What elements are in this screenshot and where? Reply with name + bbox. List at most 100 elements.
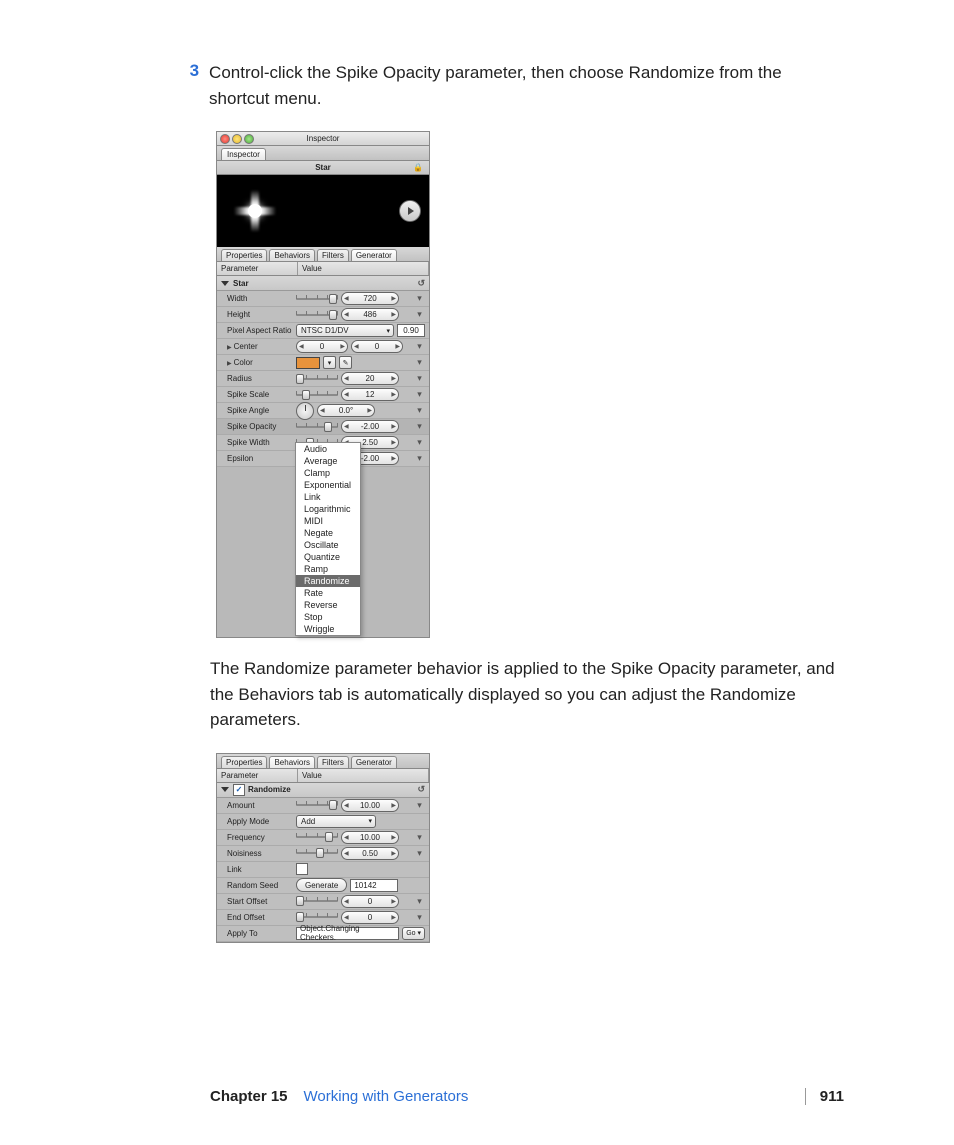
seed-field[interactable]: 10142 — [350, 879, 398, 892]
param-menu-icon[interactable]: ▾ — [414, 357, 425, 368]
spikeopacity-slider[interactable] — [296, 422, 338, 432]
tab-behaviors[interactable]: Behaviors — [269, 249, 315, 261]
menu-item-oscillate[interactable]: Oscillate — [296, 539, 360, 551]
radius-field[interactable]: 20 — [341, 372, 399, 385]
param-radius-label: Radius — [221, 374, 293, 383]
param-menu-icon[interactable]: ▾ — [414, 453, 425, 464]
color-popup-icon[interactable]: ▾ — [323, 356, 336, 369]
close-icon[interactable] — [220, 134, 230, 144]
menu-item-ramp[interactable]: Ramp — [296, 563, 360, 575]
menu-item-reverse[interactable]: Reverse — [296, 599, 360, 611]
spikeangle-dial[interactable] — [296, 402, 314, 420]
noisiness-slider[interactable] — [296, 848, 338, 858]
tab-generator[interactable]: Generator — [351, 756, 397, 768]
object-name: Star — [315, 163, 331, 172]
radius-slider[interactable] — [296, 374, 338, 384]
param-applymode-label: Apply Mode — [221, 817, 293, 826]
param-menu-icon[interactable]: ▾ — [414, 421, 425, 432]
tab-generator[interactable]: Generator — [351, 249, 397, 261]
go-button[interactable]: Go ▾ — [402, 927, 425, 940]
tab-properties[interactable]: Properties — [221, 249, 267, 261]
endoffset-field[interactable]: 0 — [341, 911, 399, 924]
spikeangle-field[interactable]: 0.0° — [317, 404, 375, 417]
par-dropdown[interactable]: NTSC D1/DV — [296, 324, 394, 337]
spikescale-slider[interactable] — [296, 390, 338, 400]
menu-item-wriggle[interactable]: Wriggle — [296, 623, 360, 635]
menu-item-average[interactable]: Average — [296, 455, 360, 467]
noisiness-field[interactable]: 0.50 — [341, 847, 399, 860]
tab-filters[interactable]: Filters — [317, 249, 349, 261]
window-title: Inspector — [307, 134, 340, 143]
menu-item-clamp[interactable]: Clamp — [296, 467, 360, 479]
menu-item-exponential[interactable]: Exponential — [296, 479, 360, 491]
tab-inspector[interactable]: Inspector — [221, 148, 266, 160]
param-menu-icon[interactable]: ▾ — [414, 373, 425, 384]
tab-properties[interactable]: Properties — [221, 756, 267, 768]
minimize-icon[interactable] — [232, 134, 242, 144]
context-menu[interactable]: Audio Average Clamp Exponential Link Log… — [295, 442, 361, 636]
param-spikeopacity-label: Spike Opacity — [221, 422, 293, 431]
menu-item-midi[interactable]: MIDI — [296, 515, 360, 527]
amount-field[interactable]: 10.00 — [341, 799, 399, 812]
startoffset-field[interactable]: 0 — [341, 895, 399, 908]
menu-item-audio[interactable]: Audio — [296, 443, 360, 455]
menu-item-negate[interactable]: Negate — [296, 527, 360, 539]
spikeopacity-field[interactable]: -2.00 — [341, 420, 399, 433]
center-y-field[interactable]: 0 — [351, 340, 403, 353]
height-slider[interactable] — [296, 310, 338, 320]
eyedropper-icon[interactable]: ✎ — [339, 356, 352, 369]
disclosure-icon[interactable] — [221, 787, 229, 792]
param-menu-icon[interactable]: ▾ — [414, 405, 425, 416]
param-spikewidth-label: Spike Width — [221, 438, 293, 447]
frequency-field[interactable]: 10.00 — [341, 831, 399, 844]
param-color-label[interactable]: Color — [221, 358, 293, 367]
reset-icon[interactable]: ↺ — [417, 278, 425, 289]
param-center-label[interactable]: Center — [221, 342, 293, 351]
endoffset-slider[interactable] — [296, 912, 338, 922]
inspector-screenshot-1: Inspector Inspector Star 🔒 Properties Be… — [216, 131, 430, 638]
height-field[interactable]: 486 — [341, 308, 399, 321]
disclosure-icon[interactable] — [221, 281, 229, 286]
color-well[interactable] — [296, 357, 320, 369]
width-slider[interactable] — [296, 294, 338, 304]
frequency-slider[interactable] — [296, 832, 338, 842]
tab-filters[interactable]: Filters — [317, 756, 349, 768]
menu-item-logarithmic[interactable]: Logarithmic — [296, 503, 360, 515]
menu-item-quantize[interactable]: Quantize — [296, 551, 360, 563]
generate-button[interactable]: Generate — [296, 878, 347, 892]
menu-item-link[interactable]: Link — [296, 491, 360, 503]
menu-item-randomize[interactable]: Randomize — [296, 575, 360, 587]
param-menu-icon[interactable]: ▾ — [414, 848, 425, 859]
param-menu-icon[interactable]: ▾ — [414, 309, 425, 320]
param-menu-icon[interactable]: ▾ — [414, 832, 425, 843]
amount-slider[interactable] — [296, 800, 338, 810]
applyto-field[interactable]: Object.Changing Checkers. — [296, 927, 399, 940]
group-star[interactable]: Star ↺ — [217, 276, 429, 291]
param-menu-icon[interactable]: ▾ — [414, 293, 425, 304]
play-button[interactable] — [399, 200, 421, 222]
param-menu-icon[interactable]: ▾ — [414, 896, 425, 907]
param-menu-icon[interactable]: ▾ — [414, 912, 425, 923]
param-randomseed-label: Random Seed — [221, 881, 293, 890]
group-randomize[interactable]: ✓ Randomize ↺ — [217, 783, 429, 798]
width-field[interactable]: 720 — [341, 292, 399, 305]
menu-item-rate[interactable]: Rate — [296, 587, 360, 599]
zoom-icon[interactable] — [244, 134, 254, 144]
applymode-dropdown[interactable]: Add — [296, 815, 376, 828]
param-menu-icon[interactable]: ▾ — [414, 800, 425, 811]
reset-icon[interactable]: ↺ — [417, 784, 425, 795]
param-menu-icon[interactable]: ▾ — [414, 341, 425, 352]
link-checkbox[interactable] — [296, 863, 308, 875]
par-ratio-field[interactable]: 0.90 — [397, 324, 425, 337]
param-menu-icon[interactable]: ▾ — [414, 437, 425, 448]
startoffset-slider[interactable] — [296, 896, 338, 906]
col-parameter: Parameter — [217, 262, 298, 275]
menu-item-stop[interactable]: Stop — [296, 611, 360, 623]
center-x-field[interactable]: 0 — [296, 340, 348, 353]
lock-icon[interactable]: 🔒 — [413, 163, 423, 172]
enable-checkbox[interactable]: ✓ — [233, 784, 245, 796]
param-menu-icon[interactable]: ▾ — [414, 389, 425, 400]
spikescale-field[interactable]: 12 — [341, 388, 399, 401]
tab-behaviors[interactable]: Behaviors — [269, 756, 315, 768]
param-startoffset-label: Start Offset — [221, 897, 293, 906]
